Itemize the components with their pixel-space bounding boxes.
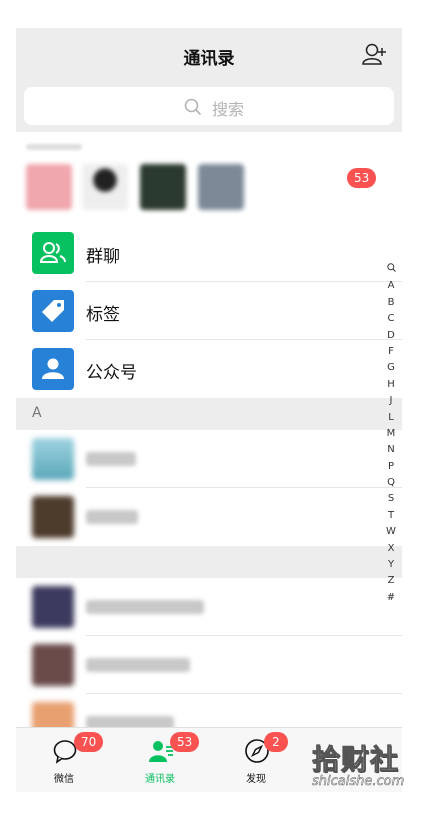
official-account-icon [32,348,74,390]
contacts-screen: 通讯录 搜索 53 群聊 标签 公众号 A A B C D F G H J L … [16,28,402,792]
index-letter[interactable]: # [386,590,396,606]
contact-name [86,510,138,524]
index-letter[interactable]: Q [386,475,396,491]
avatar [32,644,74,686]
index-letter[interactable]: F [386,344,396,360]
index-letter[interactable]: C [386,311,396,327]
index-letter[interactable]: Z [386,573,396,589]
index-letter[interactable]: H [386,377,396,393]
index-letter[interactable]: M [386,426,396,442]
index-letter[interactable]: J [386,393,396,409]
avatar [32,496,74,538]
recent-avatar[interactable] [82,164,128,210]
add-friend-button[interactable] [362,42,388,66]
index-letter[interactable]: G [386,360,396,376]
index-letter[interactable]: Y [386,557,396,573]
tab-discover[interactable]: 2 发现 [208,728,304,792]
group-icon [32,232,74,274]
search-placeholder: 搜索 [212,100,245,119]
watermark-url: shicaishe.com [312,774,405,790]
contact-name [86,452,136,466]
index-letter[interactable]: L [386,410,396,426]
tab-label: 发现 [246,774,266,785]
index-letter[interactable]: S [386,491,396,507]
recent-avatar[interactable] [140,164,186,210]
contact-item[interactable] [16,636,402,694]
group-chat-label: 群聊 [86,247,120,267]
index-letter[interactable]: X [386,541,396,557]
watermark-logo: 拾财社 shicaishe.com [312,738,422,790]
tab-badge: 70 [74,732,104,752]
search-area: 搜索 [16,80,402,132]
index-letter[interactable]: A [386,278,396,294]
tab-badge: 53 [170,732,200,752]
recent-contacts[interactable]: 53 [16,132,402,224]
section-letter: A [32,405,42,421]
add-user-icon [362,43,386,65]
avatar [32,702,74,728]
official-accounts-label: 公众号 [86,363,137,383]
index-search-icon[interactable] [386,262,396,278]
contact-list[interactable]: 53 群聊 标签 公众号 A [16,132,402,728]
index-letter[interactable]: N [386,442,396,458]
recent-label [26,144,82,150]
page-title: 通讯录 [183,49,235,69]
index-letter[interactable]: P [386,459,396,475]
recent-badge: 53 [347,168,377,188]
contact-item[interactable] [16,694,402,728]
alphabet-index[interactable]: A B C D F G H J L M N P Q S T W X Y Z # [386,262,396,606]
section-header [16,546,402,578]
nav-bar: 通讯录 [16,28,402,80]
index-letter[interactable]: D [386,328,396,344]
tab-chats[interactable]: 70 微信 [16,728,112,792]
tags-label: 标签 [86,305,120,325]
avatar [32,586,74,628]
tab-contacts[interactable]: 53 通讯录 [112,728,208,792]
tag-icon [32,290,74,332]
watermark-main: 拾财社 [312,743,400,777]
tab-label: 微信 [54,774,74,785]
index-letter[interactable]: T [386,508,396,524]
search-input[interactable]: 搜索 [24,87,394,125]
contact-name [86,658,190,672]
search-icon [184,98,202,116]
tab-badge: 2 [264,732,288,752]
avatar [32,438,74,480]
contact-item[interactable] [16,578,402,636]
official-accounts-item[interactable]: 公众号 [16,340,402,398]
contact-name [86,600,204,614]
recent-avatar[interactable] [198,164,244,210]
tab-label: 通讯录 [145,774,175,785]
index-letter[interactable]: W [386,524,396,540]
contact-item[interactable] [16,488,402,546]
contact-item[interactable] [16,430,402,488]
section-header-a: A [16,398,402,430]
recent-avatar[interactable] [26,164,72,210]
group-chat-item[interactable]: 群聊 [16,224,402,282]
index-letter[interactable]: B [386,295,396,311]
tags-item[interactable]: 标签 [16,282,402,340]
